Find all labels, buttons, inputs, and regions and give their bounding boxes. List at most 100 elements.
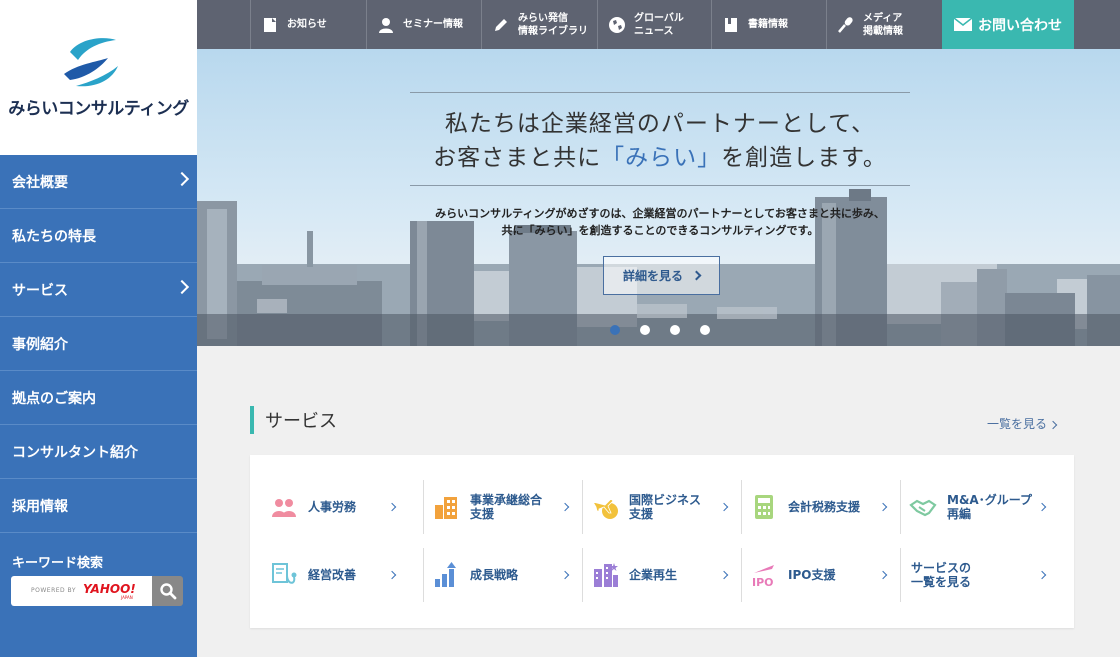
slide-dot-3[interactable]: [670, 325, 680, 335]
service-label: 会計税務支援: [788, 500, 861, 514]
service-label: 成長戦略: [470, 568, 519, 582]
book-icon: [722, 16, 740, 34]
topnav-label-line2: ニュース: [634, 25, 674, 37]
search-icon: [159, 583, 176, 600]
chevron-right-icon: [878, 502, 888, 512]
sidebar-item-company[interactable]: 会社概要: [0, 155, 197, 209]
topnav-label-line2: 情報ライブラリ: [518, 25, 588, 37]
keyword-search: POWERED BY YAHOO! JAPAN: [11, 576, 183, 606]
services-more-link[interactable]: 一覧を見る: [987, 415, 1058, 432]
sidebar-item-recruit[interactable]: 採用情報: [0, 479, 197, 533]
hero-heading-highlight: 「みらい」: [601, 145, 722, 171]
slide-dot-2[interactable]: [640, 325, 650, 335]
service-label-line2: 一覧を見る: [911, 575, 972, 589]
service-revitalization[interactable]: 企業再生: [582, 548, 741, 602]
topnav-label-line2: 掲載情報: [863, 25, 903, 37]
hero-heading-line1: 私たちは企業経営のパートナーとして、: [444, 111, 876, 137]
topnav-library[interactable]: みらい発信 情報ライブラリ: [481, 0, 597, 49]
sidebar-item-consultants[interactable]: コンサルタント紹介: [0, 425, 197, 479]
topnav-label-group: メディア 掲載情報: [863, 12, 903, 38]
service-list-link[interactable]: サービスの 一覧を見る: [900, 548, 1059, 602]
stethoscope-icon: [272, 563, 297, 584]
chevron-right-icon: [878, 570, 888, 580]
service-growth[interactable]: 成長戦略: [423, 548, 582, 602]
sidebar-item-services[interactable]: サービス: [0, 263, 197, 317]
services-title: サービス: [265, 411, 337, 432]
hero-subtext-line2: 共に「みらい」を創造することのできるコンサルティングです。: [501, 224, 819, 237]
sidebar-item-label: サービス: [12, 282, 68, 299]
chevron-right-icon: [174, 279, 190, 295]
service-label: 経営改善: [308, 568, 357, 582]
chevron-right-icon: [719, 502, 729, 512]
topnav-label: お知らせ: [287, 19, 327, 30]
sidebar-item-features[interactable]: 私たちの特長: [0, 209, 197, 263]
topnav-books[interactable]: 書籍情報: [711, 0, 826, 49]
search-button[interactable]: [152, 576, 183, 606]
chevron-right-icon: [560, 502, 570, 512]
service-label: 国際ビジネス: [629, 493, 702, 507]
service-label-group: 事業承継総合 支援: [470, 493, 542, 521]
service-label-group: M&A･グループ 再編: [947, 493, 1032, 521]
microphone-icon: [837, 16, 855, 34]
hero-heading-text: を創造します。: [721, 145, 887, 171]
service-label: 企業再生: [629, 568, 678, 582]
svg-text:IPO: IPO: [752, 576, 774, 589]
hero-subtext-line1: みらいコンサルティングがめざすのは、企業経営のパートナーとしてお客さまと共に歩み…: [435, 207, 885, 220]
bar-chart-icon: [435, 562, 456, 587]
service-succession[interactable]: 事業承継総合 支援: [423, 480, 582, 534]
hero-detail-button[interactable]: 詳細を見る: [603, 256, 720, 295]
chevron-right-icon: [1037, 502, 1047, 512]
topnav-media[interactable]: メディア 掲載情報: [826, 0, 942, 49]
logo-text: みらいコンサルティング: [8, 99, 189, 119]
airplane-globe-icon: [592, 498, 618, 519]
chevron-right-icon: [719, 570, 729, 580]
hero-heading-text: お客さまと共に: [433, 145, 602, 171]
services-card: 人事労務 事業承継総合 支援 国際ビジネス 支援 会計税務支援 M&A･グループ 再編…: [250, 455, 1074, 628]
sidebar-item-cases[interactable]: 事例紹介: [0, 317, 197, 371]
hero-detail-label: 詳細を見る: [622, 269, 683, 283]
chevron-right-icon: [691, 270, 702, 281]
service-label-group: 国際ビジネス 支援: [629, 493, 701, 521]
search-input[interactable]: POWERED BY YAHOO! JAPAN: [11, 576, 152, 606]
slide-dot-1[interactable]: [610, 325, 620, 335]
topnav-label-group: みらい発信 情報ライブラリ: [518, 12, 588, 38]
sidebar-item-label: 事例紹介: [12, 336, 68, 353]
pencil-icon: [492, 16, 510, 34]
service-accounting[interactable]: 会計税務支援: [741, 480, 900, 534]
services-more-label: 一覧を見る: [987, 417, 1048, 431]
topnav-global[interactable]: グローバル ニュース: [597, 0, 711, 49]
handshake-icon: [909, 499, 937, 517]
topnav-label-group: グローバル ニュース: [634, 12, 684, 38]
service-hr[interactable]: 人事労務: [250, 480, 409, 534]
chevron-right-icon: [560, 570, 570, 580]
service-management[interactable]: 経営改善: [250, 548, 409, 602]
contact-label: お問い合わせ: [978, 17, 1062, 34]
chevron-right-icon: [1048, 420, 1058, 430]
topnav-seminar[interactable]: セミナー情報: [366, 0, 481, 49]
sidebar-item-label: 私たちの特長: [12, 228, 96, 245]
chevron-right-icon: [387, 570, 397, 580]
sidebar-item-locations[interactable]: 拠点のご案内: [0, 371, 197, 425]
document-icon: [261, 16, 279, 34]
topnav-news[interactable]: お知らせ: [250, 0, 366, 49]
calculator-icon: [755, 495, 773, 519]
service-label-line2: 支援: [629, 507, 654, 521]
service-label-line2: 支援: [470, 507, 495, 521]
service-mna[interactable]: M&A･グループ 再編: [900, 480, 1059, 534]
ipo-icon: IPO: [752, 565, 774, 589]
slide-dot-4[interactable]: [700, 325, 710, 335]
city-skyline-image: [197, 189, 1120, 346]
sidebar-nav: 会社概要 私たちの特長 サービス 事例紹介 拠点のご案内 コンサルタント紹介 採…: [0, 155, 197, 533]
logo-mark-icon: [64, 38, 118, 87]
globe-icon: [608, 16, 626, 34]
hero-rule-top: [410, 92, 910, 93]
slider-dots: [610, 325, 730, 335]
logo[interactable]: みらいコンサルティング: [0, 0, 197, 155]
sidebar-item-label: 採用情報: [12, 498, 68, 515]
service-ipo[interactable]: IPO IPO支援: [741, 548, 900, 602]
service-international[interactable]: 国際ビジネス 支援: [582, 480, 741, 534]
hero-heading-line2: お客さまと共に「みらい」を創造します。: [397, 141, 923, 175]
topnav-label: メディア: [863, 12, 903, 24]
contact-button[interactable]: お問い合わせ: [942, 0, 1074, 49]
powered-by-label: POWERED BY: [31, 587, 77, 594]
